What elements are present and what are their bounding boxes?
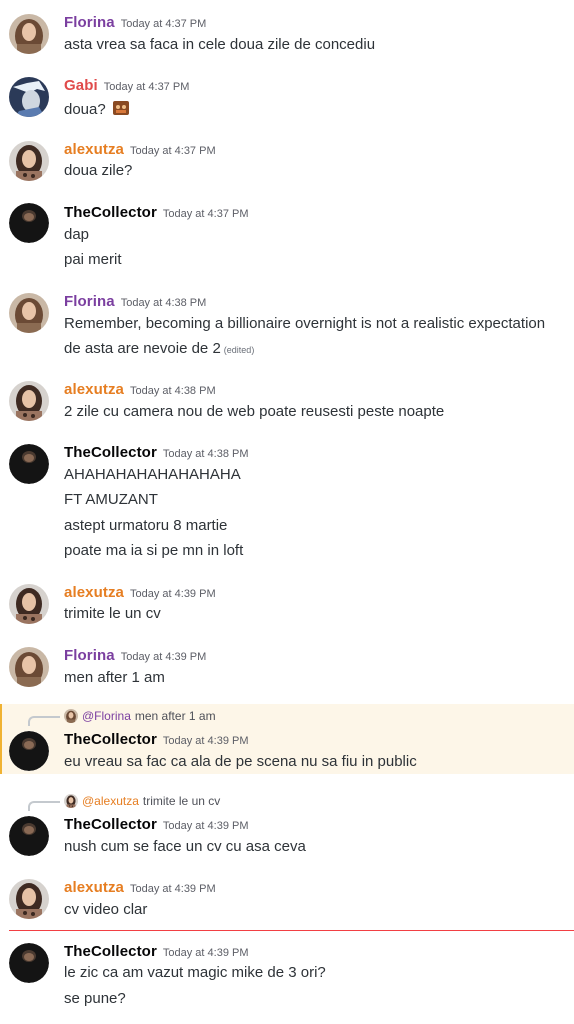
reply-spine [28,801,60,811]
timestamp: Today at 4:37 PM [103,81,190,93]
timestamp: Today at 4:38 PM [162,448,249,460]
reply-mention[interactable]: @Florina [82,709,131,723]
avatar-alexutza[interactable] [9,381,49,421]
message-text: trimite le un cv [64,605,161,622]
message-text: astept urmatoru 8 martie [64,517,228,534]
avatar-thecollector[interactable] [9,943,49,983]
message-text: doua? [64,101,106,118]
timestamp: Today at 4:39 PM [162,947,249,959]
new-messages-divider [9,930,574,931]
message-text: asta vrea sa faca in cele doua zile de c… [64,36,376,53]
mention-bar [0,704,2,774]
reply-avatar [64,709,78,723]
author-name[interactable]: TheCollector [64,943,157,960]
message-text: se pune? [64,990,126,1007]
avatar-thecollector[interactable] [9,203,49,243]
author-name[interactable]: alexutza [64,141,124,158]
timestamp: Today at 4:37 PM [120,18,207,30]
avatar-thecollector[interactable] [9,816,49,856]
author-name[interactable]: TheCollector [64,816,157,833]
message-text: poate ma ia si pe mn in loft [64,542,244,559]
message-text-row: doua? [64,99,130,118]
reply-avatar [64,794,78,808]
author-name[interactable]: alexutza [64,584,124,601]
custom-emoji-icon[interactable] [112,99,130,117]
message-text: eu vreau sa fac ca ala de pe scena nu sa… [64,753,417,770]
reply-preview[interactable]: @alexutza trimite le un cv [64,794,220,808]
avatar-alexutza[interactable] [9,879,49,919]
timestamp: Today at 4:38 PM [120,297,207,309]
avatar-florina[interactable] [9,14,49,54]
author-name[interactable]: Florina [64,647,115,664]
timestamp: Today at 4:37 PM [162,208,249,220]
timestamp: Today at 4:39 PM [162,820,249,832]
timestamp: Today at 4:39 PM [162,735,249,747]
avatar-florina[interactable] [9,647,49,687]
avatar-thecollector[interactable] [9,731,49,771]
timestamp: Today at 4:39 PM [130,588,216,600]
message-text: 2 zile cu camera nou de web poate reuses… [64,403,445,420]
message-text: doua zile? [64,162,133,179]
author-name[interactable]: alexutza [64,879,124,896]
message-text: de asta are nevoie de 2 [64,340,221,357]
avatar-alexutza[interactable] [9,141,49,181]
author-name[interactable]: TheCollector [64,204,157,221]
avatar-gabi[interactable] [9,77,49,117]
reply-preview[interactable]: @Florina men after 1 am [64,709,216,723]
reply-mention[interactable]: @alexutza [82,794,139,808]
avatar-thecollector[interactable] [9,444,49,484]
reply-text: men after 1 am [134,709,216,723]
reply-spine [28,716,60,726]
timestamp: Today at 4:39 PM [130,883,216,895]
message-text: pai merit [64,251,122,268]
message-text: FT AMUZANT [64,491,158,508]
edited-label: (edited) [223,345,255,355]
message-text: dap [64,226,90,243]
timestamp: Today at 4:38 PM [130,385,216,397]
author-name[interactable]: Gabi [64,77,98,94]
timestamp: Today at 4:39 PM [120,651,207,663]
message-text: AHAHAHAHAHAHAHAHA [64,466,241,483]
message-text: men after 1 am [64,669,165,686]
timestamp: Today at 4:37 PM [130,145,216,157]
avatar-florina[interactable] [9,293,49,333]
author-name[interactable]: TheCollector [64,444,157,461]
author-name[interactable]: alexutza [64,381,124,398]
message-text: cv video clar [64,901,148,918]
message-text-row: de asta are nevoie de 2 (edited) [64,340,254,357]
message-text: nush cum se face un cv cu asa ceva [64,838,306,855]
message-text: le zic ca am vazut magic mike de 3 ori? [64,964,326,981]
author-name[interactable]: Florina [64,293,115,310]
reply-text: trimite le un cv [142,794,221,808]
author-name[interactable]: Florina [64,14,115,31]
message-text: Remember, becoming a billionaire overnig… [64,315,546,332]
author-name[interactable]: TheCollector [64,731,157,748]
avatar-alexutza[interactable] [9,584,49,624]
